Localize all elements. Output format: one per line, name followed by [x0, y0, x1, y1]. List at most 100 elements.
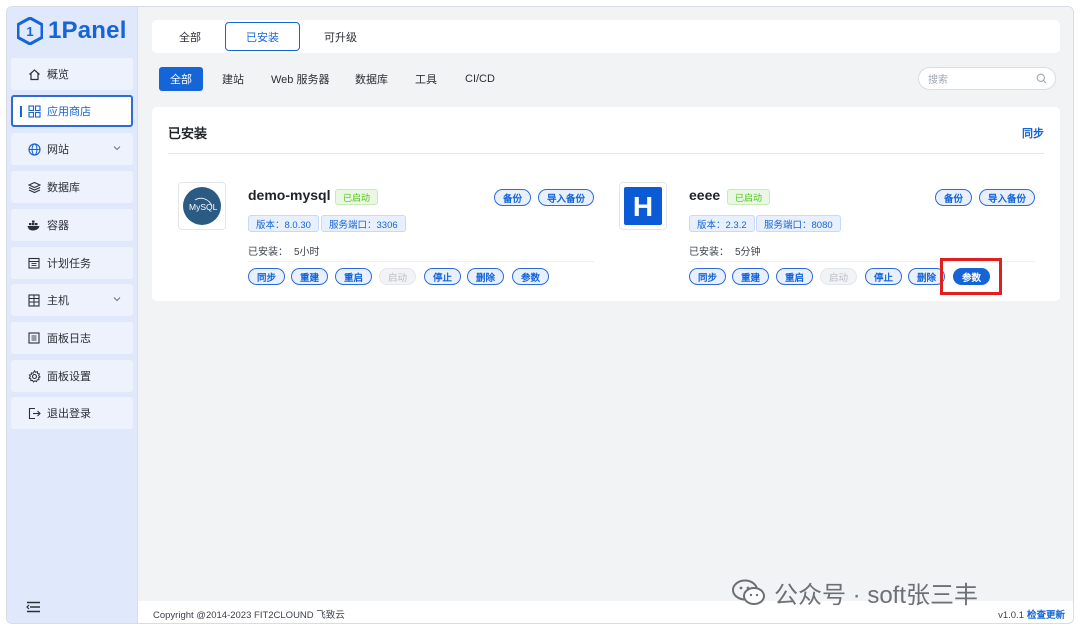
divider: [168, 153, 1044, 154]
delete-button[interactable]: 删除: [467, 268, 505, 285]
sidebar-item-label: 概览: [47, 69, 69, 81]
highlight-annotation: [940, 258, 1002, 295]
sidebar-item-label: 数据库: [47, 182, 80, 194]
sidebar-item-label: 退出登录: [47, 408, 91, 420]
svg-text:1: 1: [26, 24, 33, 39]
watermark-text: 公众号 · soft张三丰: [774, 582, 979, 609]
app-icon: H: [619, 182, 667, 230]
stop-button[interactable]: 停止: [865, 268, 903, 285]
chevron-down-icon: [113, 146, 121, 151]
sidebar-item-label: 网站: [47, 144, 69, 156]
host-icon: [27, 293, 41, 307]
filter-cicd[interactable]: CI/CD: [454, 67, 506, 91]
tab-all[interactable]: 全部: [159, 22, 221, 51]
logo-text: 1Panel: [48, 17, 127, 44]
menu-collapse-icon[interactable]: [26, 601, 41, 613]
version-info: v1.0.1 检查更新: [998, 607, 1065, 621]
sidebar-item-logout[interactable]: 退出登录: [11, 397, 133, 429]
app-name: eeee: [689, 187, 721, 203]
sidebar-item-label: 面板设置: [47, 371, 91, 383]
import-backup-button[interactable]: 导入备份: [538, 189, 594, 206]
watermark: 公众号 · soft张三丰: [732, 575, 978, 610]
sidebar-item-label: 计划任务: [47, 258, 91, 270]
backup-button[interactable]: 备份: [494, 189, 532, 206]
sidebar-item-label: 应用商店: [47, 106, 91, 118]
app-grid-icon: [27, 104, 41, 118]
sync-button[interactable]: 同步: [248, 268, 286, 285]
wechat-icon: [732, 579, 765, 605]
installed-time: 已安装： 5小时: [248, 247, 320, 258]
globe-icon: [27, 142, 41, 156]
sidebar-item-label: 容器: [47, 220, 69, 232]
logo: 1 1Panel: [17, 15, 127, 47]
halo-logo-icon: H: [624, 187, 662, 225]
start-button: 启动: [820, 268, 858, 285]
stop-button[interactable]: 停止: [424, 268, 462, 285]
search-input[interactable]: 搜索: [918, 67, 1056, 90]
sidebar-item-host[interactable]: 主机: [11, 284, 133, 316]
restart-button[interactable]: 重启: [776, 268, 814, 285]
filter-tools[interactable]: 工具: [404, 67, 448, 91]
logout-icon: [27, 406, 41, 420]
version-tag: 版本：2.3.2: [689, 215, 755, 232]
sidebar-item-panel-settings[interactable]: 面板设置: [11, 360, 133, 392]
search-placeholder: 搜索: [928, 75, 948, 86]
gear-icon: [27, 369, 41, 383]
panel-title: 已安装: [168, 126, 208, 141]
docker-icon: [27, 218, 41, 232]
rebuild-button[interactable]: 重建: [291, 268, 329, 285]
log-icon: [27, 331, 41, 345]
category-filter: 全部 建站 Web 服务器 数据库 工具 CI/CD 搜索: [152, 67, 1060, 91]
sidebar-item-container[interactable]: 容器: [11, 209, 133, 241]
logo-icon: 1: [17, 17, 43, 45]
app-card-demo-mysql: MySQL demo-mysql 已启动 版本：8.0.30 服务端口：3306…: [178, 177, 594, 287]
backup-button[interactable]: 备份: [935, 189, 973, 206]
sidebar-item-database[interactable]: 数据库: [11, 171, 133, 203]
sync-link[interactable]: 同步: [1022, 125, 1044, 141]
check-update-link[interactable]: 检查更新: [1027, 610, 1065, 621]
sidebar-item-overview[interactable]: 概览: [11, 58, 133, 90]
filter-web-server[interactable]: Web 服务器: [260, 67, 340, 91]
divider: [248, 261, 594, 262]
search-icon: [1036, 73, 1047, 84]
installed-apps-panel: 已安装 同步 MySQL demo-mysql 已启动 版本：8.0.30 服务…: [152, 107, 1060, 301]
home-icon: [27, 67, 41, 81]
restart-button[interactable]: 重启: [335, 268, 373, 285]
app-name: demo-mysql: [248, 187, 331, 203]
status-badge: 已启动: [727, 189, 771, 205]
sidebar-item-website[interactable]: 网站: [11, 133, 133, 165]
app-icon: MySQL: [178, 182, 226, 230]
params-button[interactable]: 参数: [512, 268, 550, 285]
app-card-eeee: H eeee 已启动 版本：2.3.2 服务端口：8080 已安装： 5分钟 备份…: [619, 177, 1035, 295]
sidebar-item-app-store[interactable]: 应用商店: [11, 95, 133, 127]
sidebar-item-panel-log[interactable]: 面板日志: [11, 322, 133, 354]
sidebar-item-label: 面板日志: [47, 333, 91, 345]
sidebar-item-cron[interactable]: 计划任务: [11, 247, 133, 279]
filter-all[interactable]: 全部: [159, 67, 203, 91]
chevron-down-icon: [113, 297, 121, 302]
svg-text:H: H: [633, 191, 653, 222]
svg-text:MySQL: MySQL: [189, 202, 218, 212]
status-badge: 已启动: [335, 189, 379, 205]
start-button: 启动: [379, 268, 417, 285]
tab-installed[interactable]: 已安装: [225, 22, 300, 51]
app-window: 1 1Panel 概览 应用商店 网站 数据库 容器 计划任务 主机 面板日志 …: [6, 6, 1074, 624]
tab-upgradable[interactable]: 可升级: [304, 22, 377, 51]
rebuild-button[interactable]: 重建: [732, 268, 770, 285]
port-tag: 服务端口：8080: [756, 215, 841, 232]
layers-icon: [27, 180, 41, 194]
sidebar: 1 1Panel 概览 应用商店 网站 数据库 容器 计划任务 主机 面板日志 …: [7, 7, 138, 623]
main-content: 全部 已安装 可升级 全部 建站 Web 服务器 数据库 工具 CI/CD 搜索…: [138, 7, 1073, 623]
version-text: v1.0.1: [998, 610, 1024, 621]
install-status-tabs: 全部 已安装 可升级: [152, 20, 1060, 53]
sync-button[interactable]: 同步: [689, 268, 727, 285]
port-tag: 服务端口：3306: [321, 215, 406, 232]
copyright-text: Copyright @2014-2023 FIT2CLOUND 飞致云: [153, 610, 345, 621]
sidebar-item-label: 主机: [47, 295, 69, 307]
filter-database[interactable]: 数据库: [344, 67, 399, 91]
version-tag: 版本：8.0.30: [248, 215, 319, 232]
mysql-logo-icon: MySQL: [183, 187, 221, 225]
import-backup-button[interactable]: 导入备份: [979, 189, 1035, 206]
calendar-icon: [27, 256, 41, 270]
filter-website[interactable]: 建站: [211, 67, 255, 91]
